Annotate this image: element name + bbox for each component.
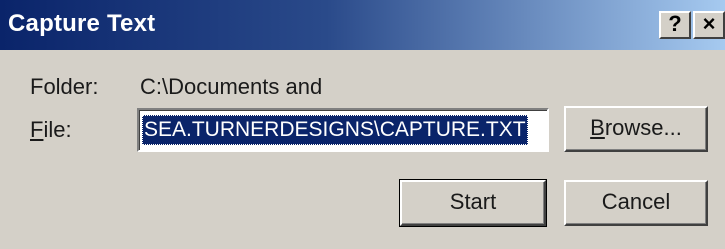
window-title: Capture Text bbox=[8, 10, 156, 37]
browse-mnemonic: B bbox=[590, 115, 605, 140]
file-path-selected-text: SEA.TURNERDESIGNS\CAPTURE.TXT bbox=[142, 115, 528, 145]
browse-label-rest: rowse... bbox=[604, 115, 682, 140]
start-button[interactable]: Start bbox=[399, 179, 547, 227]
folder-path: C:\Documents and bbox=[140, 74, 323, 99]
file-label-rest: ile: bbox=[43, 117, 72, 142]
close-icon: × bbox=[702, 11, 716, 36]
cancel-button[interactable]: Cancel bbox=[564, 180, 708, 226]
title-bar[interactable]: Capture Text ? × bbox=[0, 0, 725, 50]
capture-text-dialog: Capture Text ? × Folder: C:\Documents an… bbox=[0, 0, 725, 249]
browse-button[interactable]: Browse... bbox=[564, 106, 708, 152]
folder-label: Folder: bbox=[30, 74, 99, 99]
close-button[interactable]: × bbox=[693, 11, 725, 39]
help-button[interactable]: ? bbox=[659, 11, 691, 39]
help-icon: ? bbox=[668, 11, 682, 36]
file-label-mnemonic: F bbox=[30, 117, 44, 142]
file-path-input[interactable]: SEA.TURNERDESIGNS\CAPTURE.TXT bbox=[137, 108, 549, 152]
file-label: File: bbox=[30, 117, 72, 143]
